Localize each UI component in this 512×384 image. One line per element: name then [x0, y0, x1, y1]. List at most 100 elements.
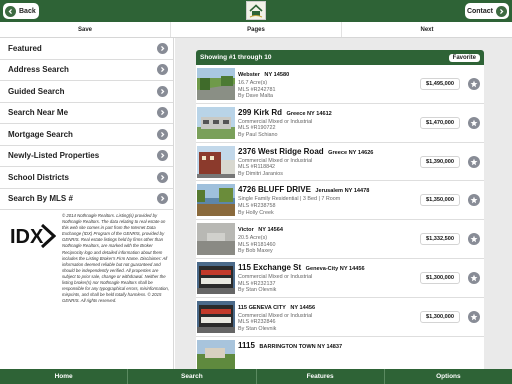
next-button[interactable]: Next: [342, 22, 512, 37]
listing-photo: [197, 339, 235, 369]
chevron-right-icon: [157, 64, 168, 76]
chevron-left-icon: [5, 5, 16, 17]
results-header: Showing #1 through 10 Favorite: [196, 50, 484, 65]
contact-button[interactable]: Contact: [465, 3, 509, 19]
sidebar-item-label: Newly-Listed Properties: [8, 151, 100, 161]
save-button[interactable]: Save: [0, 22, 171, 37]
tab-features[interactable]: Features: [257, 369, 385, 384]
listing-list[interactable]: Webster NY 14580 16.7 Acre(s) MLS #R2427…: [196, 65, 484, 369]
favorite-star-icon[interactable]: [468, 233, 480, 246]
chevron-right-icon: [157, 107, 168, 119]
listing-mls: MLS #R242781: [238, 86, 276, 93]
sidebar-item-guided-search[interactable]: Guided Search: [0, 81, 173, 103]
sidebar-item-label: Mortgage Search: [8, 129, 73, 139]
pages-button[interactable]: Pages: [171, 22, 342, 37]
sidebar-menu: Featured Address Search Guided Search Se…: [0, 38, 174, 369]
favorite-star-icon[interactable]: [468, 194, 480, 207]
listing-photo: [197, 300, 235, 333]
sidebar-item-label: Search By MLS #: [8, 194, 73, 204]
listing-street: 299 Kirk Rd: [238, 107, 283, 117]
results-toolbar: Save Pages Next: [0, 22, 512, 38]
contact-label: Contact: [466, 7, 493, 15]
sidebar-item-search-by-mls[interactable]: Search By MLS #: [0, 189, 173, 210]
favorite-star-icon[interactable]: [468, 155, 480, 168]
tab-options[interactable]: Options: [385, 369, 512, 384]
sidebar-item-featured[interactable]: Featured: [0, 38, 173, 60]
favorite-button[interactable]: Favorite: [448, 53, 480, 62]
listing-detail: Commercial Mixed or Industrial: [238, 118, 313, 125]
listing-price: $1,300,000: [420, 271, 460, 284]
listing-row[interactable]: Webster NY 14580 16.7 Acre(s) MLS #R2427…: [196, 65, 484, 104]
chevron-right-icon: [157, 193, 168, 205]
listing-agent: By Dimitri Jaranios: [238, 170, 283, 177]
chevron-right-icon: [157, 128, 168, 140]
listing-agent: By Paul Schiano: [238, 131, 278, 138]
sidebar-item-newly-listed[interactable]: Newly-Listed Properties: [0, 146, 173, 167]
listing-row[interactable]: 4726 BLUFF DRIVE Jerusalem NY 14478 Sing…: [196, 181, 484, 221]
listing-mls: MLS #R118842: [238, 164, 276, 171]
listing-photo: [197, 184, 235, 217]
favorite-star-icon[interactable]: [468, 310, 480, 323]
listing-detail: Single Family Residential | 3 Bed | 7 Ro…: [238, 196, 341, 203]
listing-mls: MLS #R181460: [238, 241, 276, 248]
listing-row[interactable]: 1115 BARRINGTON TOWN NY 14837: [196, 336, 484, 369]
bottom-tab-bar: Home Search Features Options: [0, 369, 512, 384]
sidebar-item-label: Address Search: [8, 65, 69, 75]
listing-city: Geneva-City NY 14456: [305, 265, 365, 272]
listing-detail: Commercial Mixed or Industrial: [238, 273, 313, 280]
chevron-right-icon: [157, 150, 168, 162]
listing-photo: [197, 223, 235, 256]
tab-home[interactable]: Home: [0, 369, 129, 384]
listing-price: $1,332,500: [420, 233, 460, 246]
sidebar-item-school-districts[interactable]: School Districts: [0, 167, 173, 189]
sidebar-item-address-search[interactable]: Address Search: [0, 60, 173, 81]
back-button[interactable]: Back: [3, 3, 39, 19]
results-panel: Showing #1 through 10 Favorite Webster N…: [175, 38, 512, 369]
listing-street: Victor: [238, 227, 254, 234]
listing-agent: By Stan Olevnik: [238, 287, 277, 294]
listing-street: 4726 BLUFF DRIVE: [238, 185, 311, 195]
tab-search[interactable]: Search: [128, 369, 257, 384]
listing-row[interactable]: 2376 West Ridge Road Greece NY 14626 Com…: [196, 142, 484, 182]
listing-detail: 20.5 Acre(s): [238, 235, 268, 242]
listing-street: 2376 West Ridge Road: [238, 146, 324, 156]
listing-city: NY 14564: [258, 227, 283, 234]
listing-agent: By Dave Malta: [238, 93, 274, 100]
listing-agent: By Holly Creek: [238, 209, 274, 216]
listing-photo: [197, 68, 235, 100]
favorite-star-icon[interactable]: [468, 116, 480, 129]
chevron-right-icon: [157, 171, 168, 183]
listing-photo: [197, 145, 235, 178]
house-logo-icon: [246, 1, 266, 20]
listing-street: 1115: [238, 340, 255, 350]
listing-street: 115 GENEVA CITY: [238, 304, 286, 311]
sidebar-item-mortgage-search[interactable]: Mortgage Search: [0, 124, 173, 146]
listing-row[interactable]: 115 GENEVA CITY NY 14456 Commercial Mixe…: [196, 297, 484, 337]
listing-row[interactable]: Victor NY 14564 20.5 Acre(s) MLS #R18146…: [196, 220, 484, 259]
listing-price: $1,495,000: [420, 78, 460, 90]
listing-city: NY 14580: [264, 72, 290, 78]
favorite-star-icon[interactable]: [468, 271, 480, 284]
sidebar-item-search-near-me[interactable]: Search Near Me: [0, 103, 173, 124]
listing-photo: [197, 261, 235, 294]
listing-mls: MLS #R190722: [238, 125, 276, 132]
sidebar-item-label: Search Near Me: [8, 108, 69, 118]
listing-street: 115 Exchange St: [238, 262, 302, 272]
listing-city: BARRINGTON TOWN NY 14837: [259, 343, 343, 350]
favorite-star-icon[interactable]: [468, 78, 480, 90]
listing-price: $1,470,000: [420, 116, 460, 129]
listing-agent: By Stan Olevnik: [238, 325, 277, 332]
listing-detail: Commercial Mixed or Industrial: [238, 312, 313, 319]
listing-agent: By Bob Maxey: [238, 248, 273, 255]
listing-mls: MLS #R232137: [238, 280, 276, 287]
listing-row[interactable]: 115 Exchange St Geneva-City NY 14456 Com…: [196, 258, 484, 298]
listing-price: $1,300,000: [420, 310, 460, 323]
listing-detail: 16.7 Acre(s): [238, 80, 268, 86]
listing-mls: MLS #R238758: [238, 202, 276, 209]
svg-text:IDX: IDX: [10, 226, 44, 248]
chevron-right-icon: [157, 85, 168, 97]
idx-logo-icon: IDX: [8, 219, 57, 251]
sidebar-item-label: Guided Search: [8, 86, 65, 96]
listing-city: Greece NY 14612: [286, 110, 332, 117]
listing-row[interactable]: 299 Kirk Rd Greece NY 14612 Commercial M…: [196, 103, 484, 143]
